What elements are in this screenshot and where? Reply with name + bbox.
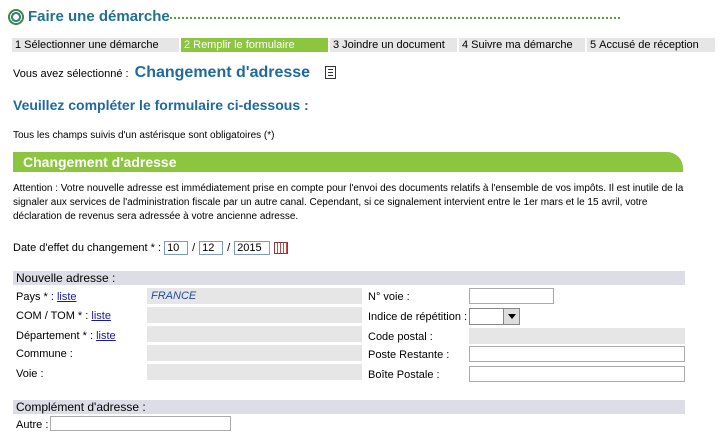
step-label: Remplir le formulaire xyxy=(193,39,295,51)
selection-value: Changement d'adresse xyxy=(134,64,311,81)
step-number: 3 xyxy=(333,39,340,51)
header-divider xyxy=(170,17,620,19)
department-field xyxy=(147,326,362,342)
step-1[interactable]: 1 Sélectionner une démarche xyxy=(12,38,179,52)
country-label: Pays * : liste xyxy=(16,291,77,303)
voie-label: Voie : xyxy=(16,368,44,380)
required-fields-note: Tous les champs suivis d'un astérisque s… xyxy=(13,130,275,141)
step-2[interactable]: 2 Remplir le formulaire xyxy=(179,38,328,52)
step-number: 5 xyxy=(590,39,597,51)
po-box-label: Boîte Postale : xyxy=(368,369,440,381)
date-day-input[interactable]: 10 xyxy=(164,241,189,255)
step-3[interactable]: 3 Joindre un document xyxy=(328,38,457,52)
step-label: Suivre ma démarche xyxy=(471,39,573,51)
step-number: 2 xyxy=(184,39,191,51)
voie-field xyxy=(147,364,362,380)
country-value: FRANCE xyxy=(151,290,197,302)
date-year-input[interactable]: 2015 xyxy=(234,241,271,255)
step-number: 4 xyxy=(462,39,469,51)
date-separator: / xyxy=(227,242,231,254)
com-tom-list-link[interactable]: liste xyxy=(91,310,111,322)
step-label: Joindre un document xyxy=(342,39,445,51)
country-label-text: Pays * : xyxy=(16,291,54,303)
date-separator: / xyxy=(192,242,196,254)
globe-logo-icon xyxy=(8,9,24,25)
country-list-link[interactable]: liste xyxy=(57,291,77,303)
page-title: Faire une démarche xyxy=(28,8,170,25)
step-label: Sélectionner une démarche xyxy=(24,39,159,51)
com-tom-label-text: COM / TOM * : xyxy=(16,310,89,322)
step-number: 1 xyxy=(15,39,22,51)
po-box-input[interactable] xyxy=(469,366,685,382)
new-address-heading: Nouvelle adresse : xyxy=(13,271,685,285)
date-month-input[interactable]: 12 xyxy=(199,241,224,255)
street-number-input[interactable] xyxy=(469,288,554,304)
department-list-link[interactable]: liste xyxy=(96,330,116,342)
section-title: Changement d'adresse xyxy=(23,154,177,170)
document-icon[interactable] xyxy=(325,66,336,79)
com-tom-field xyxy=(147,307,362,323)
date-label: Date d'effet du changement * : xyxy=(13,242,162,254)
country-field: FRANCE xyxy=(147,288,362,304)
attention-text: Attention : Votre nouvelle adresse est i… xyxy=(13,183,684,222)
form-instruction: Veuillez compléter le formulaire ci-dess… xyxy=(13,97,309,113)
commune-label: Commune : xyxy=(16,348,73,360)
page-header: Faire une démarche xyxy=(8,7,620,29)
department-label-text: Département * : xyxy=(16,330,94,342)
selection-line: Vous avez sélectionné : Changement d'adr… xyxy=(13,64,310,82)
other-label: Autre : xyxy=(16,419,49,431)
selection-prefix: Vous avez sélectionné : xyxy=(13,68,129,80)
repetition-index-select[interactable] xyxy=(469,308,520,325)
repetition-index-label: Indice de répétition : xyxy=(368,311,468,323)
poste-restante-label: Poste Restante : xyxy=(368,349,450,361)
step-4[interactable]: 4 Suivre ma démarche xyxy=(457,38,585,52)
department-label: Département * : liste xyxy=(16,330,116,342)
commune-field xyxy=(147,345,362,361)
street-number-label: N° voie : xyxy=(368,291,410,303)
step-label: Accusé de réception xyxy=(599,39,699,51)
address-complement-heading: Complément d'adresse : xyxy=(13,400,685,414)
date-row: Date d'effet du changement * : 10 / 12 /… xyxy=(13,240,289,256)
chevron-down-icon[interactable] xyxy=(503,309,519,324)
postal-code-field xyxy=(469,328,685,344)
postal-code-label: Code postal : xyxy=(368,331,433,343)
step-progress: 1 Sélectionner une démarche 2 Remplir le f… xyxy=(12,38,715,52)
calendar-icon[interactable] xyxy=(274,242,289,254)
step-5[interactable]: 5 Accusé de réception xyxy=(585,38,715,52)
com-tom-label: COM / TOM * : liste xyxy=(16,310,111,322)
other-input[interactable] xyxy=(50,416,231,431)
poste-restante-input[interactable] xyxy=(469,346,685,362)
section-banner: Changement d'adresse xyxy=(13,152,683,172)
